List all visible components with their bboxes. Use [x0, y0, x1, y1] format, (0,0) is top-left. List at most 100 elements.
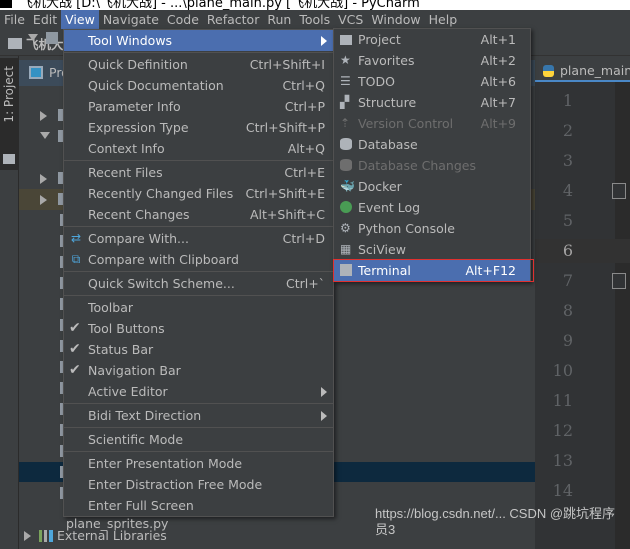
menu-view[interactable]: View: [61, 10, 99, 29]
menu-item-shortcut: Ctrl+Shift+I: [249, 57, 325, 72]
terminal-highlight-box: [333, 259, 534, 282]
submenu-item-todo[interactable]: ☰ TODO Alt+6: [334, 71, 530, 92]
menu-item-compare-with-clipboard[interactable]: ⧉ Compare with Clipboard: [64, 249, 333, 270]
expand-icon[interactable]: [40, 195, 47, 205]
menu-item-label: Database: [358, 137, 418, 152]
menu-item-quick-documentation[interactable]: Quick Documentation Ctrl+Q: [64, 75, 333, 96]
menu-edit[interactable]: Edit: [29, 10, 61, 29]
menu-item-shortcut: Alt+Q: [287, 141, 325, 156]
submenu-item-sciview[interactable]: ▦ SciView: [334, 239, 530, 260]
folder-icon: [46, 32, 58, 44]
submenu-item-database-changes[interactable]: Database Changes: [334, 155, 530, 176]
tree-item-external-libraries[interactable]: External Libraries: [24, 528, 167, 544]
menu-code[interactable]: Code: [163, 10, 203, 29]
project-view-icon: [29, 66, 43, 79]
libraries-icon: [39, 530, 53, 542]
menu-item-label: Context Info: [88, 141, 165, 156]
expand-icon[interactable]: [40, 174, 47, 184]
menu-item-label: TODO: [358, 74, 395, 89]
pycharm-logo-icon: [0, 0, 12, 8]
menu-item-shortcut: Alt+6: [480, 74, 516, 89]
project-tool-tab-label: 1: Project: [2, 66, 16, 123]
menu-refactor[interactable]: Refactor: [203, 10, 263, 29]
check-icon: ✔: [69, 320, 81, 336]
left-tool-strip: 1: Project: [0, 56, 19, 549]
python-file-icon: [543, 65, 554, 77]
menu-item-active-editor[interactable]: Active Editor: [64, 381, 333, 402]
menu-item-quick-definition[interactable]: Quick Definition Ctrl+Shift+I: [64, 54, 333, 75]
menu-item-shortcut: Ctrl+Q: [282, 78, 325, 93]
expand-icon[interactable]: [40, 132, 50, 139]
menu-item-shortcut: Ctrl+Shift+E: [245, 186, 326, 201]
menu-vcs[interactable]: VCS: [334, 10, 367, 29]
submenu-arrow-icon: [321, 411, 327, 421]
menu-item-label: Event Log: [358, 200, 421, 215]
menu-item-recently-changed-files[interactable]: Recently Changed Files Ctrl+Shift+E: [64, 183, 333, 204]
menu-item-recent-changes[interactable]: Recent Changes Alt+Shift+C: [64, 204, 333, 225]
menu-item-label: Bidi Text Direction: [88, 408, 202, 423]
submenu-item-favorites[interactable]: ★ Favorites Alt+2: [334, 50, 530, 71]
menu-navigate[interactable]: Navigate: [99, 10, 163, 29]
submenu-item-python-console[interactable]: ⚙ Python Console: [334, 218, 530, 239]
tool-windows-submenu: Project Alt+1 ★ Favorites Alt+2 ☰ TODO Alt+6 ▞ St…: [333, 28, 531, 282]
menu-item-label: Status Bar: [88, 342, 154, 357]
menu-item-shortcut: Ctrl+D: [282, 231, 325, 246]
menu-separator: [64, 160, 333, 161]
menu-item-shortcut: Ctrl+Shift+P: [245, 120, 325, 135]
expand-icon[interactable]: [40, 111, 47, 121]
submenu-item-database[interactable]: Database: [334, 134, 530, 155]
submenu-item-docker[interactable]: 🐳 Docker: [334, 176, 530, 197]
menu-item-shortcut: Alt+7: [480, 95, 516, 110]
submenu-item-event-log[interactable]: Event Log: [334, 197, 530, 218]
menu-item-quick-switch-scheme[interactable]: Quick Switch Scheme... Ctrl+`: [64, 273, 333, 294]
menu-item-context-info[interactable]: Context Info Alt+Q: [64, 138, 333, 159]
watermark: https://blog.csdn.net/... CSDN @跳坑程序员3: [375, 506, 616, 537]
menu-item-recent-files[interactable]: Recent Files Ctrl+E: [64, 162, 333, 183]
menu-item-compare-with[interactable]: ⇄ Compare With... Ctrl+D: [64, 228, 333, 249]
menu-item-label: Parameter Info: [88, 99, 181, 114]
menu-file[interactable]: File: [0, 10, 29, 29]
menu-item-bidi-text-direction[interactable]: Bidi Text Direction: [64, 405, 333, 426]
folder-icon: [340, 35, 352, 45]
menu-item-enter-full-screen[interactable]: Enter Full Screen: [64, 495, 333, 516]
menu-item-label: Enter Presentation Mode: [88, 456, 243, 471]
fold-marker-icon[interactable]: [612, 183, 626, 199]
menu-window[interactable]: Window: [367, 10, 424, 29]
event-log-icon: [340, 201, 352, 213]
expand-icon[interactable]: [24, 531, 31, 541]
menu-help[interactable]: Help: [425, 10, 462, 29]
menu-item-label: Project: [358, 32, 401, 47]
menu-item-scientific-mode[interactable]: Scientific Mode: [64, 429, 333, 450]
menu-item-enter-distraction-free-mode[interactable]: Enter Distraction Free Mode: [64, 474, 333, 495]
menu-item-navigation-bar[interactable]: ✔ Navigation Bar: [64, 360, 333, 381]
menu-item-tool-windows[interactable]: Tool Windows: [64, 30, 333, 51]
submenu-item-version-control[interactable]: ⇡ Version Control Alt+9: [334, 113, 530, 134]
database-changes-icon: [340, 159, 352, 171]
menu-item-label: Recently Changed Files: [88, 186, 234, 201]
menu-item-expression-type[interactable]: Expression Type Ctrl+Shift+P: [64, 117, 333, 138]
submenu-item-project[interactable]: Project Alt+1: [334, 29, 530, 50]
menu-item-label: Python Console: [358, 221, 455, 236]
menu-item-tool-buttons[interactable]: ✔ Tool Buttons: [64, 318, 333, 339]
menu-run[interactable]: Run: [263, 10, 295, 29]
fold-marker-icon[interactable]: [612, 273, 626, 289]
sciview-icon: ▦: [340, 242, 352, 256]
submenu-item-structure[interactable]: ▞ Structure Alt+7: [334, 92, 530, 113]
menu-item-label: Expression Type: [88, 120, 189, 135]
menu-item-enter-presentation-mode[interactable]: Enter Presentation Mode: [64, 453, 333, 474]
submenu-arrow-icon: [321, 387, 327, 397]
menu-item-label: Compare with Clipboard: [88, 252, 239, 267]
menu-item-parameter-info[interactable]: Parameter Info Ctrl+P: [64, 96, 333, 117]
menu-tools[interactable]: Tools: [295, 10, 334, 29]
menu-item-label: Recent Changes: [88, 207, 190, 222]
menu-item-toolbar[interactable]: Toolbar: [64, 297, 333, 318]
menu-item-label: Active Editor: [88, 384, 168, 399]
menu-separator: [64, 451, 333, 452]
editor-tab-plane-main[interactable]: plane_main.py: [535, 60, 630, 82]
expand-icon[interactable]: [28, 34, 38, 41]
project-tool-tab[interactable]: 1: Project: [0, 58, 19, 170]
menu-item-status-bar[interactable]: ✔ Status Bar: [64, 339, 333, 360]
menu-item-label: Version Control: [358, 116, 454, 131]
menu-item-shortcut: Alt+9: [480, 116, 516, 131]
menu-item-shortcut: Alt+2: [480, 53, 516, 68]
